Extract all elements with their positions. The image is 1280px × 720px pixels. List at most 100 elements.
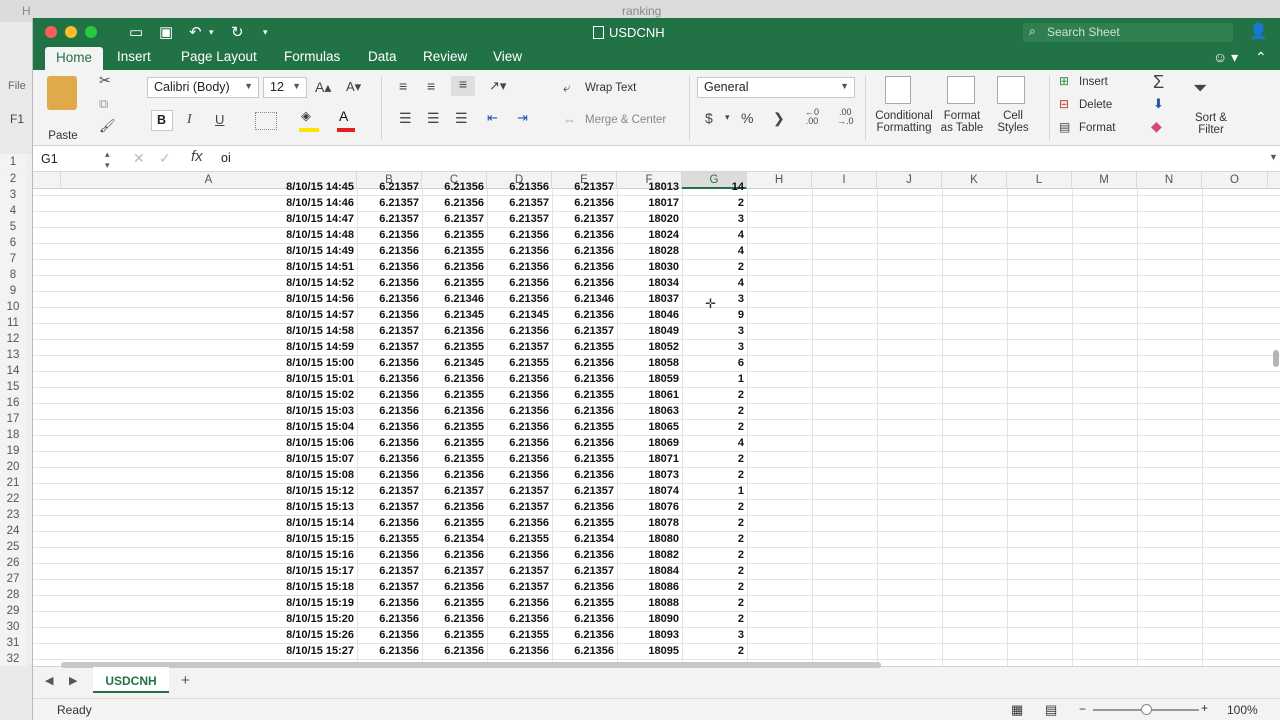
cell-a[interactable]: 8/10/15 15:03 xyxy=(61,404,357,420)
cell-e[interactable]: 6.21356 xyxy=(552,612,617,628)
cell-d[interactable]: 6.21356 xyxy=(487,516,552,532)
format-painter-icon[interactable]: 🖌 xyxy=(99,118,116,134)
format-cells-icon[interactable]: ▤ xyxy=(1059,120,1070,134)
cell-g[interactable]: 2 xyxy=(682,196,747,212)
row-header[interactable]: 7 xyxy=(0,251,26,267)
collapse-ribbon-icon[interactable]: ⌃ xyxy=(1255,49,1267,66)
cell-e[interactable]: 6.21356 xyxy=(552,372,617,388)
cell-a[interactable]: 8/10/15 14:57 xyxy=(61,308,357,324)
paste-icon[interactable] xyxy=(47,76,77,110)
cell-f[interactable]: 18086 xyxy=(617,580,682,596)
cell-d[interactable]: 6.21356 xyxy=(487,612,552,628)
cell-d[interactable]: 6.21356 xyxy=(487,372,552,388)
next-sheet-icon[interactable]: ▶ xyxy=(69,674,77,687)
underline-button[interactable]: U xyxy=(215,112,224,127)
cell-c[interactable]: 6.21356 xyxy=(422,260,487,276)
tab-page-layout[interactable]: Page Layout xyxy=(181,49,257,64)
cell-e[interactable]: 6.21346 xyxy=(552,292,617,308)
zoom-in-icon[interactable]: + xyxy=(1201,701,1208,715)
cell-f[interactable]: 18093 xyxy=(617,628,682,644)
cell-e[interactable]: 6.21355 xyxy=(552,596,617,612)
cell-a[interactable]: 8/10/15 14:48 xyxy=(61,228,357,244)
cell-f[interactable]: 18024 xyxy=(617,228,682,244)
delete-cells-icon[interactable]: ⊟ xyxy=(1059,97,1069,111)
cell-a[interactable]: 8/10/15 15:19 xyxy=(61,596,357,612)
vertical-scrollbar[interactable] xyxy=(1273,350,1279,367)
cell-a[interactable]: 8/10/15 14:49 xyxy=(61,244,357,260)
cell-b[interactable]: 6.21356 xyxy=(357,388,422,404)
cell-g[interactable]: 2 xyxy=(682,420,747,436)
cell-d[interactable]: 6.21356 xyxy=(487,180,552,196)
cell-a[interactable]: 8/10/15 14:59 xyxy=(61,340,357,356)
cell-f[interactable]: 18074 xyxy=(617,484,682,500)
cell-a[interactable]: 8/10/15 14:56 xyxy=(61,292,357,308)
cell-d[interactable]: 6.21356 xyxy=(487,452,552,468)
row-header[interactable]: 19 xyxy=(0,443,26,459)
redo-icon[interactable]: ↻ xyxy=(231,23,244,41)
cell-a[interactable]: 8/10/15 15:01 xyxy=(61,372,357,388)
cell-c[interactable]: 6.21355 xyxy=(422,516,487,532)
percent-button[interactable]: % xyxy=(741,110,753,126)
cell-f[interactable]: 18071 xyxy=(617,452,682,468)
cell-a[interactable]: 8/10/15 14:52 xyxy=(61,276,357,292)
cell-e[interactable]: 6.21356 xyxy=(552,228,617,244)
cell-f[interactable]: 18090 xyxy=(617,612,682,628)
row-header[interactable]: 29 xyxy=(0,603,26,619)
cell-e[interactable]: 6.21357 xyxy=(552,212,617,228)
cell-g[interactable]: 2 xyxy=(682,548,747,564)
undo-icon[interactable]: ↶ xyxy=(189,23,202,41)
cell-g[interactable]: 3 xyxy=(682,212,747,228)
zoom-slider-knob[interactable] xyxy=(1141,704,1152,715)
cell-e[interactable]: 6.21356 xyxy=(552,260,617,276)
tab-insert[interactable]: Insert xyxy=(117,49,151,64)
cell-b[interactable]: 6.21356 xyxy=(357,276,422,292)
cell-e[interactable]: 6.21356 xyxy=(552,244,617,260)
row-header[interactable]: 23 xyxy=(0,507,26,523)
row-header[interactable]: 25 xyxy=(0,539,26,555)
cell-e[interactable]: 6.21355 xyxy=(552,420,617,436)
cell-f[interactable]: 18017 xyxy=(617,196,682,212)
row-header[interactable]: 3 xyxy=(0,187,26,203)
borders-icon[interactable] xyxy=(255,112,277,130)
increase-decimal-icon[interactable]: ←0.00 xyxy=(805,108,819,126)
wrap-text-icon[interactable]: ⤶ xyxy=(563,80,570,96)
row-header[interactable]: 1 xyxy=(0,154,26,170)
row-header[interactable]: 16 xyxy=(0,395,26,411)
cell-a[interactable]: 8/10/15 15:20 xyxy=(61,612,357,628)
autosum-icon[interactable]: Σ xyxy=(1153,72,1164,93)
cell-b[interactable]: 6.21356 xyxy=(357,404,422,420)
cell-b[interactable]: 6.21356 xyxy=(357,452,422,468)
decrease-font-icon[interactable]: A▾ xyxy=(346,79,361,95)
font-size-select[interactable]: 12 ▼ xyxy=(263,77,307,98)
cell-e[interactable]: 6.21356 xyxy=(552,356,617,372)
align-bottom-icon[interactable]: ≡ xyxy=(451,76,475,96)
tab-data[interactable]: Data xyxy=(368,49,397,64)
paint-bucket-icon[interactable]: ◈ xyxy=(301,108,311,124)
row-header[interactable]: 11 xyxy=(0,315,26,331)
sort-filter-icon[interactable]: ⏷ xyxy=(1193,78,1207,99)
row-header[interactable]: 9 xyxy=(0,283,26,299)
cell-g[interactable]: 6 xyxy=(682,356,747,372)
cell-e[interactable]: 6.21356 xyxy=(552,404,617,420)
fill-color-icon[interactable] xyxy=(299,128,319,132)
cell-f[interactable]: 18073 xyxy=(617,468,682,484)
prev-sheet-icon[interactable]: ◀ xyxy=(45,674,53,687)
cell-a[interactable]: 8/10/15 15:00 xyxy=(61,356,357,372)
wrap-text-button[interactable]: Wrap Text xyxy=(585,82,636,94)
increase-font-icon[interactable]: A▴ xyxy=(315,79,331,96)
cell-a[interactable]: 8/10/15 15:07 xyxy=(61,452,357,468)
cell-g[interactable]: 14 xyxy=(682,180,747,196)
row-header[interactable]: 4 xyxy=(0,203,26,219)
cell-a[interactable]: 8/10/15 15:17 xyxy=(61,564,357,580)
cell-g[interactable]: 4 xyxy=(682,228,747,244)
cell-g[interactable]: 4 xyxy=(682,276,747,292)
cell-d[interactable]: 6.21356 xyxy=(487,548,552,564)
cell-b[interactable]: 6.21355 xyxy=(357,532,422,548)
cell-g[interactable]: 2 xyxy=(682,580,747,596)
row-header[interactable]: 32 xyxy=(0,651,26,666)
cell-c[interactable]: 6.21357 xyxy=(422,212,487,228)
cell-d[interactable]: 6.21357 xyxy=(487,212,552,228)
cell-g[interactable]: 2 xyxy=(682,596,747,612)
cell-c[interactable]: 6.21356 xyxy=(422,468,487,484)
conditional-formatting-button[interactable]: Conditional Formatting xyxy=(871,110,937,134)
